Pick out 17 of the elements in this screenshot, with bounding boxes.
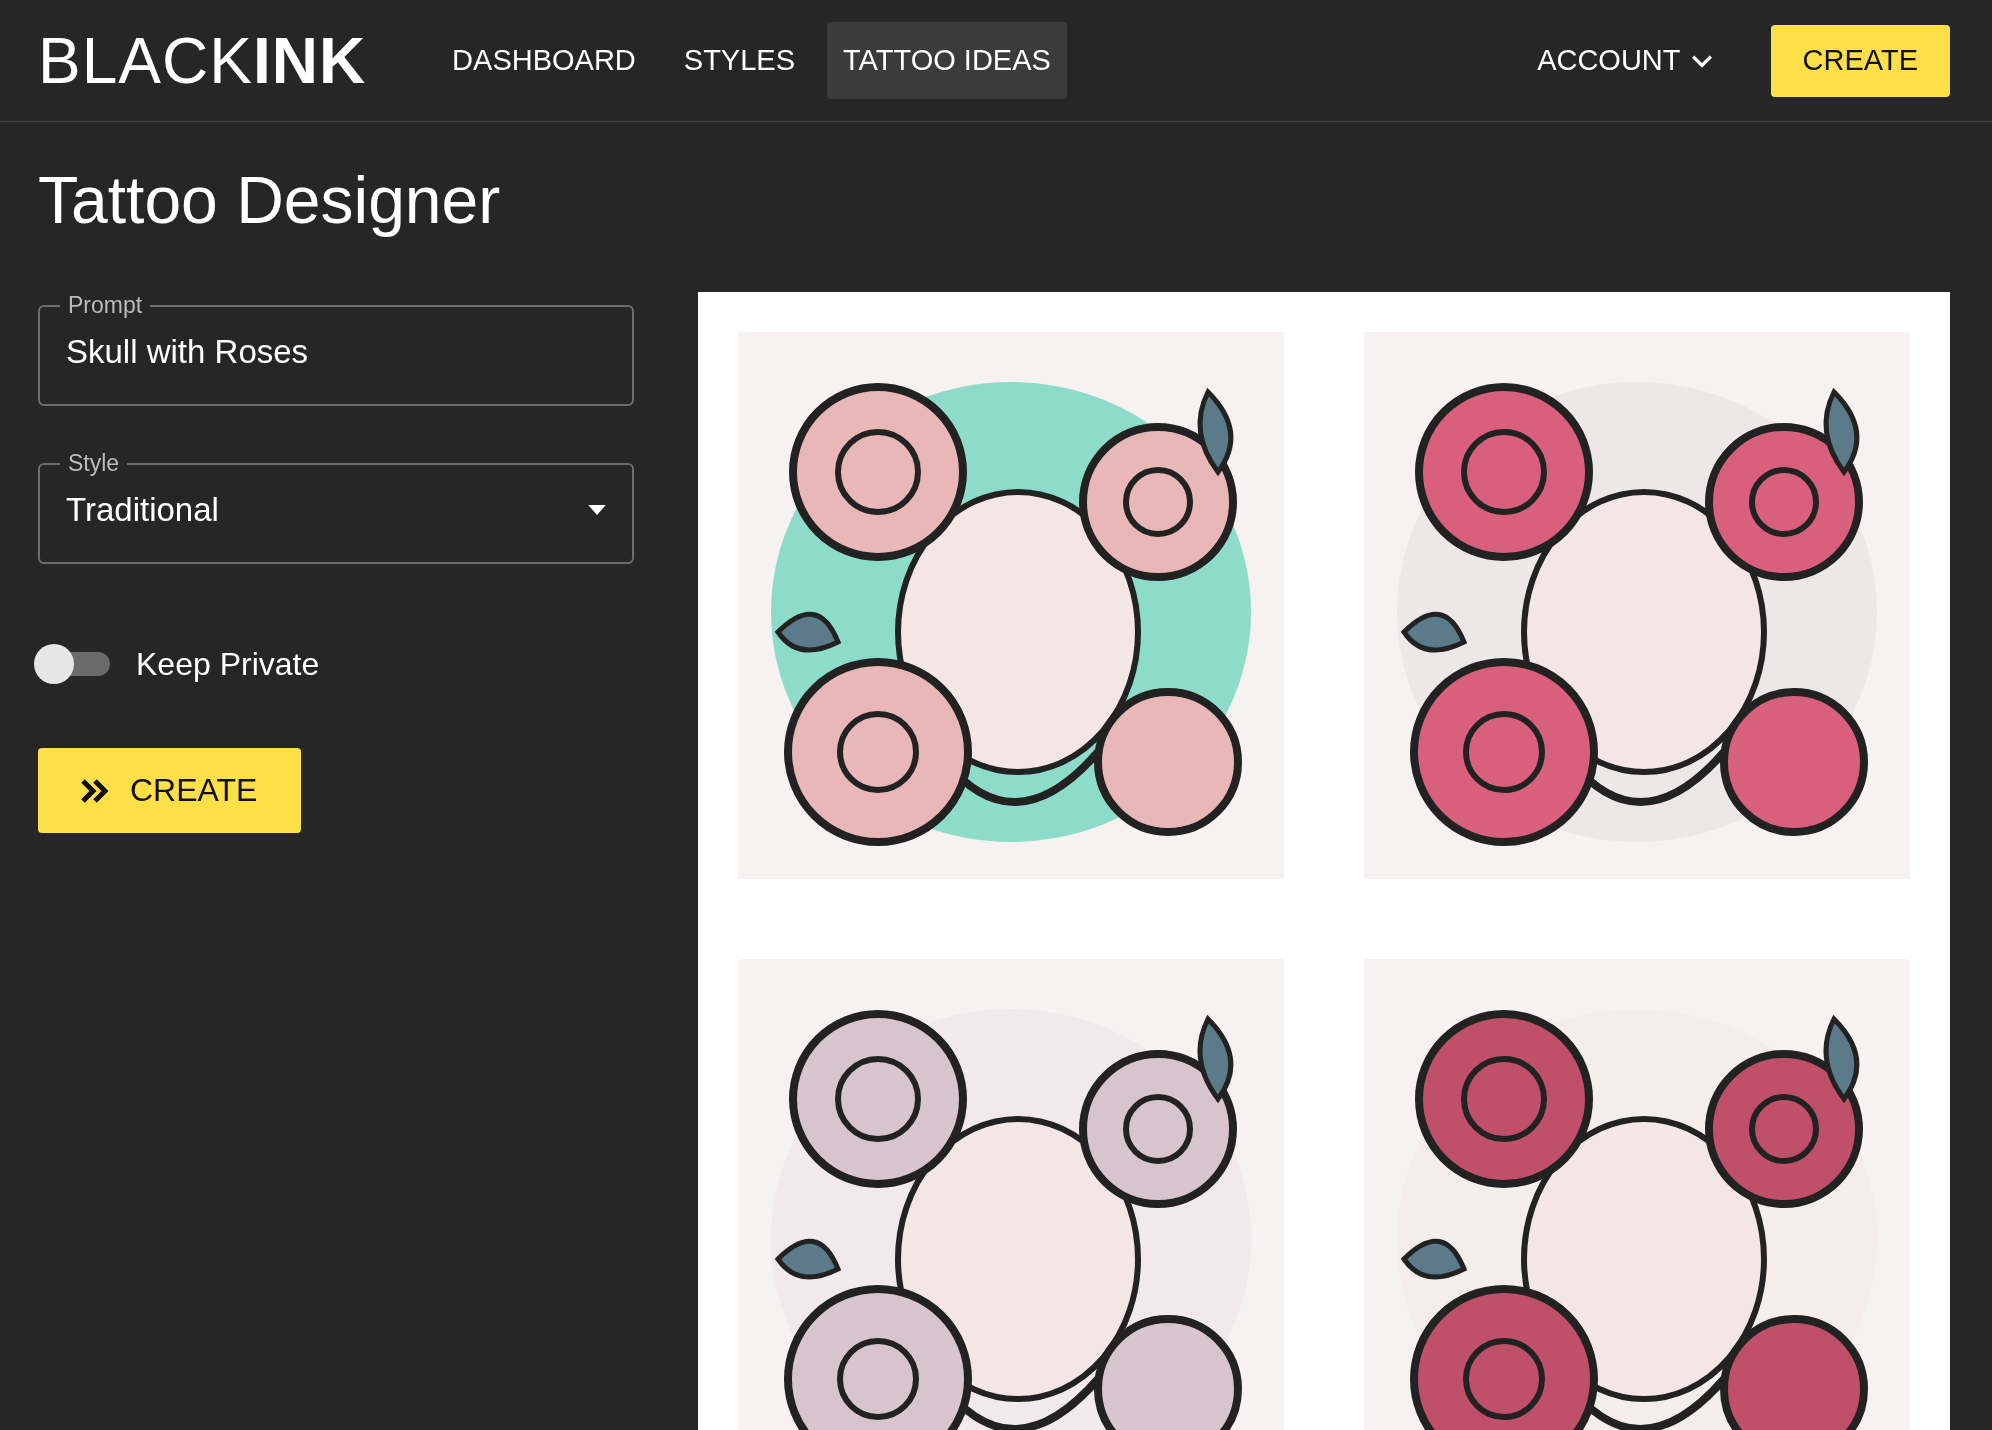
chevron-down-icon xyxy=(1690,53,1713,68)
prompt-input[interactable]: Skull with Roses xyxy=(66,325,606,371)
nav-tab[interactable]: STYLES xyxy=(667,22,811,99)
logo[interactable]: BLACKINK xyxy=(38,23,367,98)
toggle-switch[interactable] xyxy=(34,644,110,684)
field-label: Style xyxy=(67,450,121,477)
nav-tab[interactable]: TATTOO IDEAS xyxy=(827,22,1067,99)
toggle-label: Keep Private xyxy=(136,645,320,683)
page-title: Tattoo Designer xyxy=(38,162,502,238)
caret-down-icon xyxy=(588,505,606,515)
double-chevron-icon xyxy=(80,778,110,803)
field-label: Prompt xyxy=(67,292,144,319)
create-button[interactable]: CREATE xyxy=(38,748,302,833)
create-button[interactable]: CREATE xyxy=(1770,24,1950,97)
style-dropdown[interactable]: Style Traditional xyxy=(38,450,634,564)
account-menu[interactable]: ACCOUNT xyxy=(1537,44,1713,77)
nav-tab[interactable]: DASHBOARD xyxy=(436,22,652,99)
